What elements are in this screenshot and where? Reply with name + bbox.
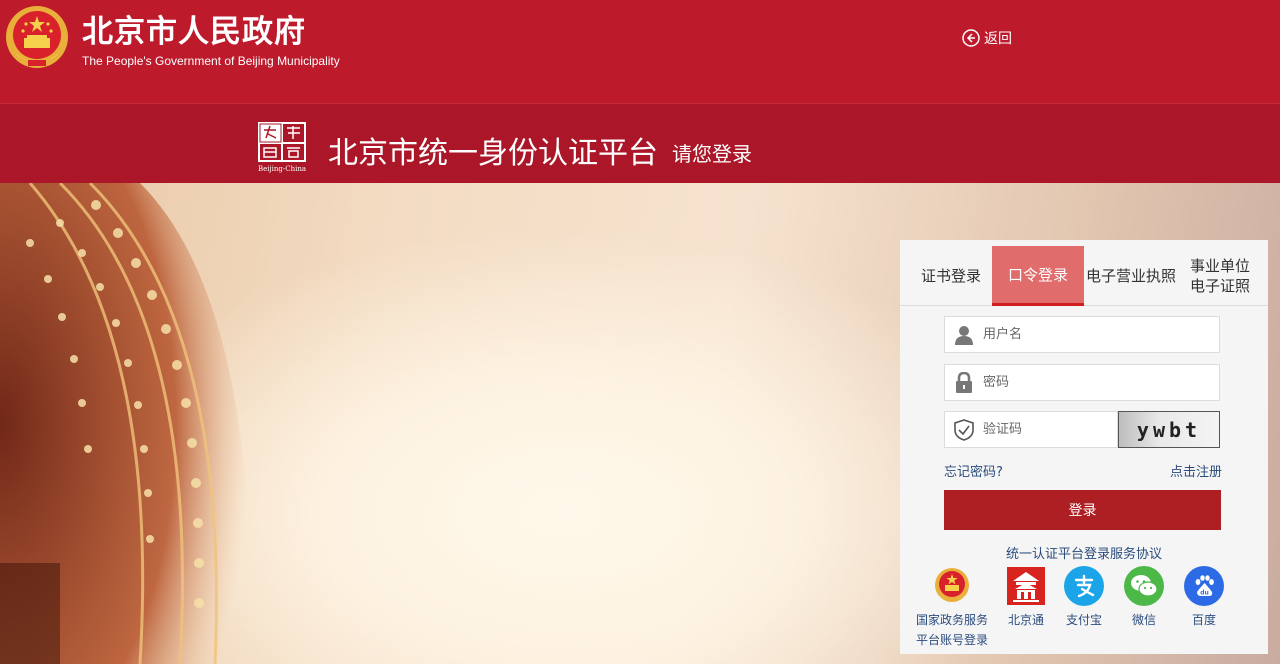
wechat-login[interactable]: 微信 xyxy=(1120,566,1168,630)
beijingtong-icon xyxy=(1006,566,1046,606)
login-button[interactable]: 登录 xyxy=(944,490,1221,530)
forgot-password-link[interactable]: 忘记密码? xyxy=(944,461,1003,480)
username-input[interactable] xyxy=(983,327,1203,342)
temple-eaves-image xyxy=(0,183,251,664)
wechat-label: 微信 xyxy=(1131,613,1156,627)
top-header: 北京市人民政府 The People's Government of Beiji… xyxy=(0,0,1280,103)
wechat-icon xyxy=(1124,566,1164,606)
tab-password-login[interactable]: 口令登录 xyxy=(992,246,1084,306)
password-field xyxy=(944,364,1220,401)
tab-institution-license[interactable]: 事业单位 电子证照 xyxy=(1180,246,1260,306)
gov-service-login[interactable]: 国家政务服务 平台账号登录 xyxy=(912,566,992,650)
gov-title: 北京市人民政府 xyxy=(82,14,306,50)
login-tabs: 证书登录 口令登录 电子营业执照 事业单位 电子证照 xyxy=(900,246,1268,306)
beijingtong-label: 北京通 xyxy=(1007,613,1044,627)
baidu-login[interactable]: du 百度 xyxy=(1180,566,1228,630)
username-field xyxy=(944,316,1220,353)
national-emblem-icon xyxy=(932,566,972,606)
password-input[interactable] xyxy=(983,375,1203,390)
svg-text:du: du xyxy=(1200,590,1209,597)
gov-service-label: 国家政务服务 平台账号登录 xyxy=(916,610,988,650)
beijingtong-login[interactable]: 北京通 xyxy=(1002,566,1050,630)
gov-subtitle: The People's Government of Beijing Munic… xyxy=(82,54,340,68)
baidu-label: 百度 xyxy=(1191,613,1216,627)
register-link[interactable]: 点击注册 xyxy=(1170,461,1222,480)
third-party-login: 国家政务服务 平台账号登录 北京通 支付宝 微信 du 百度 xyxy=(900,564,1268,654)
back-label: 返回 xyxy=(984,31,1012,47)
logo-caption: Beijing-China xyxy=(257,165,307,173)
platform-hint: 请您登录 xyxy=(672,142,752,166)
login-panel: 证书登录 口令登录 电子营业执照 事业单位 电子证照 ywbt 忘记密码? 点击… xyxy=(900,240,1268,654)
sub-header: Beijing-China 北京市统一身份认证平台 请您登录 xyxy=(0,103,1280,183)
tab-certificate-login[interactable]: 证书登录 xyxy=(910,246,992,306)
gov-service-label-line1: 国家政务服务 xyxy=(915,613,988,627)
captcha-image[interactable]: ywbt xyxy=(1118,411,1220,448)
alipay-label: 支付宝 xyxy=(1065,613,1102,627)
national-emblem-icon xyxy=(6,6,68,68)
alipay-icon xyxy=(1064,566,1104,606)
shield-check-icon xyxy=(945,412,983,447)
baidu-icon: du xyxy=(1184,566,1224,606)
tab-institution-line1: 事业单位 xyxy=(1189,257,1250,275)
captcha-field xyxy=(944,411,1118,448)
gov-service-label-line2: 平台账号登录 xyxy=(915,633,988,647)
service-agreement-link[interactable]: 统一认证平台登录服务协议 xyxy=(900,543,1268,562)
user-icon xyxy=(945,317,983,352)
captcha-input[interactable] xyxy=(983,422,1113,437)
alipay-login[interactable]: 支付宝 xyxy=(1060,566,1108,630)
platform-title: 北京市统一身份认证平台 xyxy=(328,136,658,171)
back-link[interactable]: 返回 xyxy=(962,28,1012,48)
lock-icon xyxy=(945,365,983,400)
back-arrow-icon xyxy=(962,29,980,47)
tab-business-license[interactable]: 电子营业执照 xyxy=(1084,246,1178,306)
tab-institution-line2: 电子证照 xyxy=(1189,277,1250,295)
